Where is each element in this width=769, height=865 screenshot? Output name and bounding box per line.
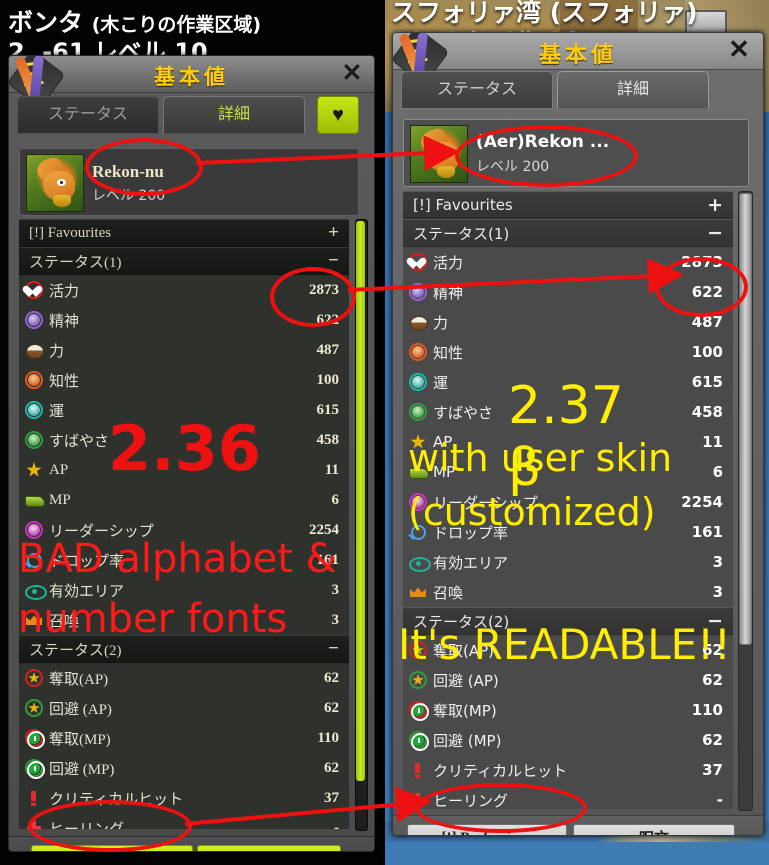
screenshot-stage: ボンタ (木こりの作業区域) 2, -61 レベル 10 スフォリァ湾 (スフォ… [0, 0, 769, 865]
arrow-stat-values [347, 258, 684, 295]
annotation-arrows [184, 135, 684, 826]
arrow-character-name [195, 135, 460, 172]
arrow-professions-button [184, 786, 432, 826]
